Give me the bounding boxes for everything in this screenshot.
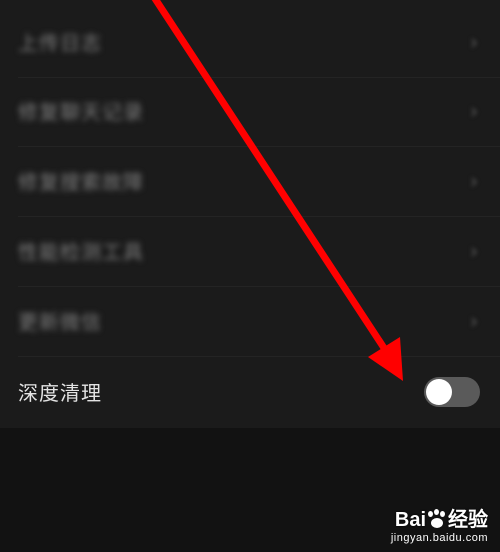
baidu-jingyan-watermark: Bai 经验 jingyan.baidu.com	[348, 503, 488, 544]
chevron-right-icon: ›	[470, 29, 478, 54]
settings-item-update-wechat[interactable]: 更新微信 ›	[0, 285, 500, 356]
chevron-right-icon: ›	[470, 238, 478, 263]
settings-item-repair-search[interactable]: 修复搜索故障 ›	[0, 145, 500, 216]
settings-item-label: 性能检测工具	[18, 240, 144, 264]
chevron-right-icon: ›	[470, 308, 478, 333]
chevron-right-icon: ›	[470, 168, 478, 193]
settings-list: 上传日志 › 修复聊天记录 › 修复搜索故障 › 性能检测工具 › 更新微信 ›…	[0, 0, 500, 428]
watermark-brand-right: 经验	[448, 509, 488, 531]
settings-item-deep-clean: 深度清理	[0, 356, 500, 427]
settings-item-upload-log[interactable]: 上传日志 ›	[0, 6, 500, 77]
screen: 上传日志 › 修复聊天记录 › 修复搜索故障 › 性能检测工具 › 更新微信 ›…	[0, 0, 500, 552]
settings-item-label: 修复聊天记录	[18, 100, 144, 124]
settings-item-repair-chat-history[interactable]: 修复聊天记录 ›	[0, 75, 500, 146]
chevron-right-icon: ›	[470, 98, 478, 123]
deep-clean-toggle[interactable]	[424, 376, 480, 407]
deep-clean-label: 深度清理	[18, 381, 102, 405]
toggle-knob	[426, 378, 452, 405]
watermark-url: jingyan.baidu.com	[390, 532, 488, 544]
settings-item-label: 修复搜索故障	[18, 170, 144, 194]
settings-item-label: 更新微信	[18, 310, 102, 334]
baidu-paw-icon	[426, 509, 448, 529]
watermark-brand: Bai 经验	[348, 503, 488, 532]
settings-item-label: 上传日志	[18, 31, 102, 55]
settings-item-performance-tool[interactable]: 性能检测工具 ›	[0, 215, 500, 286]
watermark-brand-left: Bai	[394, 509, 426, 531]
